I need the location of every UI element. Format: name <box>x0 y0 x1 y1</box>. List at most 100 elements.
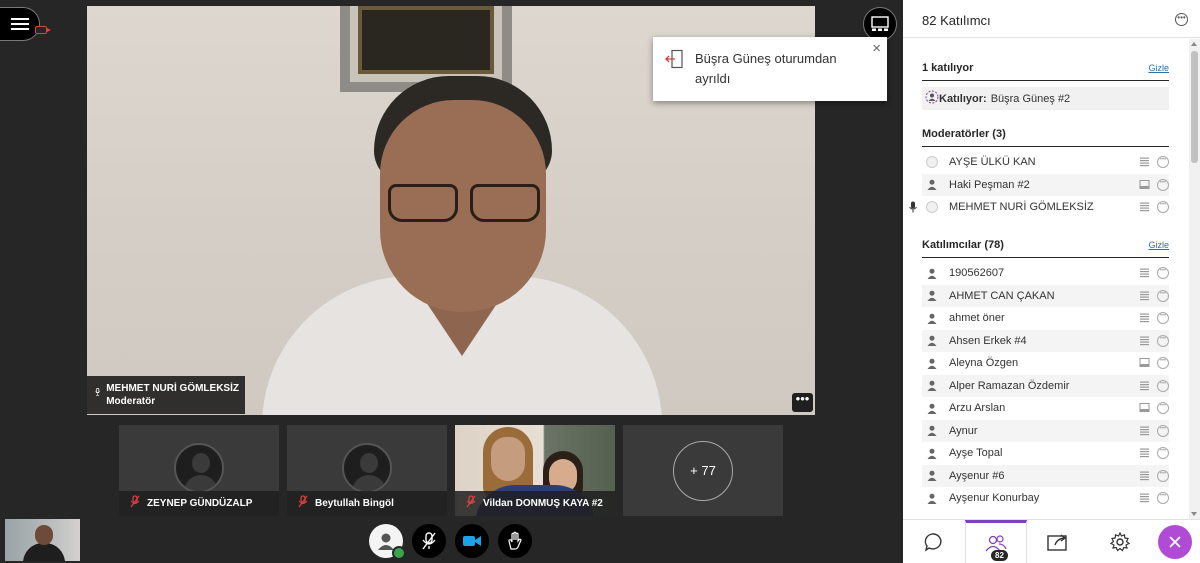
moderator-name: AYŞE ÜLKÜ KAN <box>949 156 1036 169</box>
user-icon <box>925 469 939 483</box>
tab-attendees[interactable]: 82 <box>965 520 1027 563</box>
details-icon[interactable] <box>1139 380 1150 391</box>
user-icon <box>925 491 939 505</box>
more-options-icon[interactable]: ••• <box>1157 424 1169 437</box>
details-icon[interactable] <box>1139 201 1150 212</box>
chat-icon <box>924 533 942 552</box>
more-options-icon[interactable]: ••• <box>1157 312 1169 324</box>
more-options-icon[interactable]: ••• <box>1157 492 1169 504</box>
joining-section: 1 katılıyor Gizle Katılıyor: Büşra Güneş… <box>922 60 1169 110</box>
tab-share-content[interactable] <box>1027 520 1089 563</box>
participant-name: 190562607 <box>949 267 1005 280</box>
participant-row[interactable]: ahmet öner ••• <box>922 307 1169 330</box>
details-icon[interactable] <box>1139 447 1150 458</box>
more-options-icon[interactable]: ••• <box>1157 334 1169 347</box>
my-status-button[interactable] <box>369 524 406 560</box>
mic-muted-icon <box>130 495 140 508</box>
moderators-section: Moderatörler (3) AYŞE ÜLKÜ KAN ••• Haki … <box>909 126 1169 219</box>
details-icon[interactable] <box>1139 425 1150 436</box>
joining-hide-link[interactable]: Gizle <box>1148 60 1169 76</box>
participant-row[interactable]: Ahsen Erkek #4 ••• <box>922 329 1169 352</box>
details-icon[interactable] <box>1139 312 1150 323</box>
raise-hand-button[interactable] <box>498 524 532 558</box>
details-icon[interactable] <box>1139 179 1150 190</box>
more-options-icon[interactable]: ••• <box>1157 289 1169 302</box>
participant-row[interactable]: 190562607 ••• <box>922 262 1169 285</box>
moderator-name: Haki Peşman #2 <box>949 178 1030 191</box>
self-video-preview[interactable] <box>5 519 80 561</box>
details-icon[interactable] <box>1139 402 1150 413</box>
gear-icon <box>1110 532 1130 552</box>
microphone-toggle-button[interactable] <box>412 524 446 558</box>
participant-row[interactable]: AHMET CAN ÇAKAN ••• <box>922 284 1169 307</box>
mic-off-icon <box>422 532 436 550</box>
more-options-icon[interactable]: ••• <box>1157 267 1169 279</box>
more-options-icon[interactable]: ••• <box>1157 402 1169 414</box>
attendee-list[interactable]: 1 katılıyor Gizle Katılıyor: Büşra Güneş… <box>903 39 1188 519</box>
participant-tile[interactable]: Beytullah Bingöl <box>287 425 447 516</box>
moderator-name: MEHMET NURİ GÖMLEKSİZ <box>949 201 1094 214</box>
details-icon[interactable] <box>1139 470 1150 481</box>
scrollbar-thumb[interactable] <box>1191 51 1198 163</box>
more-options-icon[interactable]: ••• <box>1157 379 1169 392</box>
more-options-icon[interactable]: ••• <box>1157 178 1169 191</box>
tab-settings[interactable] <box>1089 520 1151 563</box>
close-panel-button[interactable] <box>1158 525 1192 559</box>
more-participants-tile[interactable]: + 77 <box>623 425 783 516</box>
details-icon[interactable] <box>1139 335 1150 346</box>
moderator-row[interactable]: AYŞE ÜLKÜ KAN ••• <box>922 151 1169 174</box>
participant-row[interactable]: Aynur ••• <box>922 419 1169 442</box>
participant-row[interactable]: Arzu Arslan ••• <box>922 397 1169 420</box>
speaker-role: Moderatör <box>106 396 156 407</box>
details-icon[interactable] <box>1139 267 1150 278</box>
leave-session-icon <box>665 49 683 69</box>
tab-chat[interactable] <box>903 520 965 563</box>
mic-muted-icon <box>466 495 476 508</box>
more-options-icon[interactable]: ••• <box>1157 469 1169 482</box>
layout-toggle-button[interactable] <box>863 7 897 41</box>
moderator-row[interactable]: MEHMET NURİ GÖMLEKSİZ ••• <box>909 196 1169 219</box>
participant-name: AHMET CAN ÇAKAN <box>949 289 1055 302</box>
hamburger-icon <box>10 15 29 33</box>
participant-row[interactable]: Ayşenur #6 ••• <box>922 464 1169 487</box>
details-icon[interactable] <box>1139 357 1150 368</box>
participant-row[interactable]: Ayşe Topal ••• <box>922 442 1169 465</box>
more-options-icon[interactable]: ••• <box>1157 156 1169 168</box>
participant-row[interactable]: Aleyna Özgen ••• <box>922 352 1169 375</box>
participant-tile[interactable]: ZEYNEP GÜNDÜZALP <box>119 425 279 516</box>
video-more-options-button[interactable]: ••• <box>792 392 813 412</box>
more-options-icon[interactable]: ••• <box>1157 447 1169 459</box>
hand-icon <box>508 531 522 550</box>
attendee-count-badge: 82 <box>991 550 1008 561</box>
user-icon <box>925 334 939 348</box>
more-options-icon[interactable]: ••• <box>1157 201 1169 213</box>
details-icon[interactable] <box>1139 290 1150 301</box>
user-icon <box>925 356 939 370</box>
avatar-icon <box>925 200 939 214</box>
more-options-icon[interactable]: ••• <box>1157 357 1169 369</box>
session-menu-button[interactable] <box>0 7 40 41</box>
moderator-row[interactable]: Haki Peşman #2 ••• <box>922 173 1169 196</box>
participant-row[interactable]: Ayşenur Konurbay ••• <box>922 487 1169 510</box>
participants-hide-link[interactable]: Gizle <box>1148 237 1169 253</box>
participants-heading: Katılımcılar (78) Gizle <box>922 237 1169 258</box>
tile-label: ZEYNEP GÜNDÜZALP <box>119 491 279 516</box>
media-controls <box>369 524 532 560</box>
notification-toast: Büşra Güneş oturumdan ayrıldı × <box>653 37 887 101</box>
details-icon[interactable] <box>1139 156 1150 167</box>
details-icon[interactable] <box>1139 492 1150 503</box>
user-icon <box>925 178 939 192</box>
panel-header: 82 Katılımcı ••• <box>903 0 1200 38</box>
scroll-down-arrow-icon[interactable] <box>1191 512 1197 516</box>
speaker-figure <box>262 76 662 415</box>
scroll-up-arrow-icon[interactable] <box>1191 42 1197 46</box>
toast-close-button[interactable]: × <box>872 40 881 57</box>
panel-options-icon[interactable]: ••• <box>1175 13 1188 26</box>
participant-tile[interactable]: Vildan DONMUŞ KAYA #2 <box>455 425 615 516</box>
participant-row[interactable]: Alper Ramazan Özdemir ••• <box>922 374 1169 397</box>
camera-toggle-button[interactable] <box>455 524 489 558</box>
moderators-heading: Moderatörler (3) <box>922 126 1169 147</box>
joining-item[interactable]: Katılıyor: Büşra Güneş #2 <box>922 87 1169 110</box>
attendee-list-scrollbar[interactable] <box>1189 39 1200 519</box>
participant-rows: 190562607 ••• AHMET CAN ÇAKAN ••• ahmet ön… <box>922 262 1169 510</box>
